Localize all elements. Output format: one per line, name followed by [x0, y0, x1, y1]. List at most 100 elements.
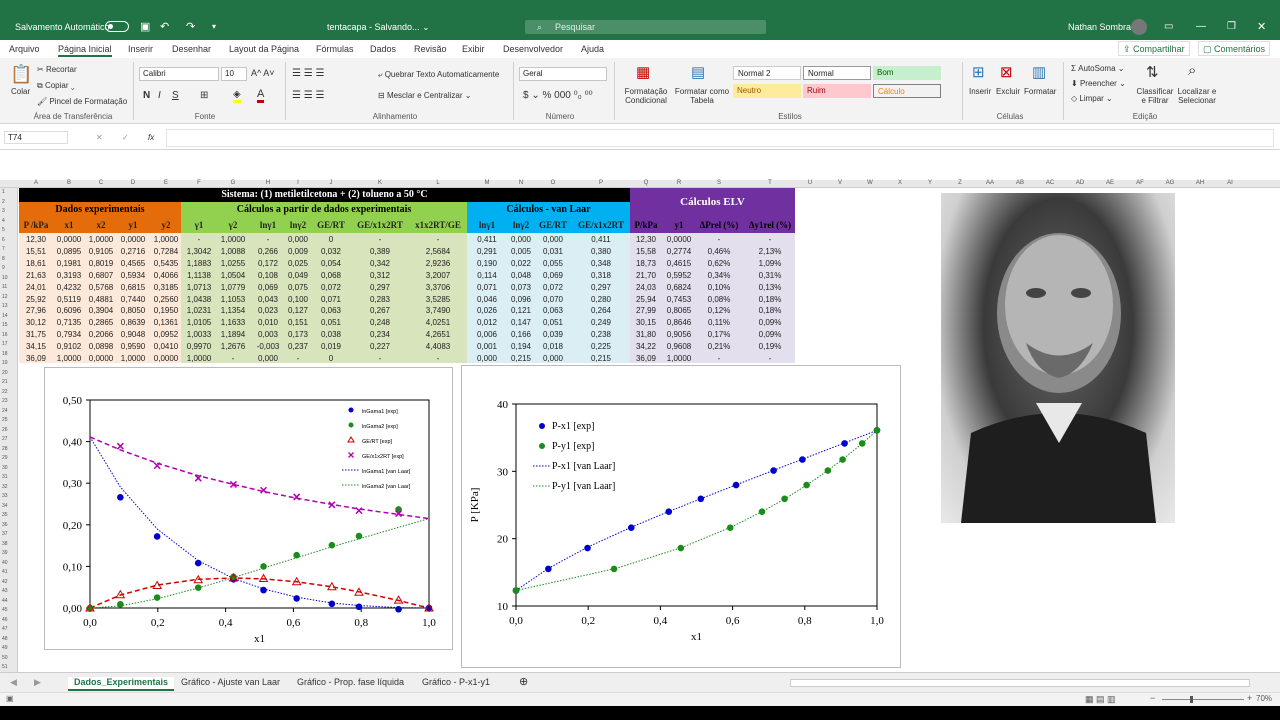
column-header[interactable]: J [330, 180, 333, 186]
table-cell[interactable]: 0,063 [543, 306, 563, 315]
tab-ajuda[interactable]: Ajuda [581, 44, 604, 54]
row-header[interactable]: 21 [2, 379, 8, 385]
table-cell[interactable]: 4,4083 [426, 342, 450, 351]
currency-icon[interactable]: $ ⌄ % 000 ⁰₀ ⁰⁰ [523, 90, 593, 101]
table-cell[interactable]: 3,7490 [426, 306, 450, 315]
table-cell[interactable]: 0,2560 [154, 295, 178, 304]
table-cell[interactable]: 4,2651 [426, 330, 450, 339]
table-cell[interactable]: 1,1053 [221, 295, 245, 304]
sort-filter-button[interactable]: Classificar e Filtrar [1136, 87, 1174, 105]
paste-icon[interactable]: 📋 [10, 64, 32, 85]
align-left-icon[interactable]: ☰ ☰ ☰ [292, 90, 324, 101]
table-cell[interactable]: 0,34% [708, 271, 731, 280]
table-cell[interactable]: - [198, 235, 201, 244]
row-header[interactable]: 1 [2, 189, 5, 195]
table-cell[interactable]: 0,264 [591, 306, 611, 315]
table-cell[interactable]: 0,069 [258, 283, 278, 292]
table-cell[interactable]: 0,190 [477, 259, 497, 268]
table-cell[interactable]: 0,7934 [57, 330, 81, 339]
table-cell[interactable]: 0,09% [759, 318, 782, 327]
table-cell[interactable]: 30,12 [26, 318, 46, 327]
column-header[interactable]: C [99, 180, 103, 186]
table-cell[interactable]: 0,318 [591, 271, 611, 280]
bold-button[interactable]: N [143, 90, 150, 101]
column-header[interactable]: I [297, 180, 299, 186]
row-header[interactable]: 45 [2, 607, 8, 613]
table-cell[interactable]: 0,147 [511, 318, 531, 327]
table-cell[interactable]: 0,9048 [121, 330, 145, 339]
row-header[interactable]: 32 [2, 484, 8, 490]
table-cell[interactable]: 0,051 [543, 318, 563, 327]
table-cell[interactable]: 27,99 [636, 306, 656, 315]
table-cell[interactable]: 1,0255 [221, 259, 245, 268]
italic-button[interactable]: I [158, 90, 161, 101]
column-header[interactable]: M [485, 180, 490, 186]
row-header[interactable]: 49 [2, 645, 8, 651]
table-cell[interactable]: 0,238 [591, 330, 611, 339]
tab-desenhar[interactable]: Desenhar [172, 44, 211, 54]
table-cell[interactable]: 0,055 [543, 259, 563, 268]
table-cell[interactable]: 0,342 [370, 259, 390, 268]
table-cell[interactable]: 0,4565 [121, 259, 145, 268]
table-cell[interactable]: 0,0000 [89, 354, 113, 363]
tab-formulas[interactable]: Fórmulas [316, 44, 354, 54]
row-header[interactable]: 8 [2, 256, 5, 262]
table-cell[interactable]: 0,9590 [121, 342, 145, 351]
table-cell[interactable]: 0,249 [591, 318, 611, 327]
view-normal-icon[interactable]: ▦ ▤ ▥ [1085, 694, 1116, 705]
table-cell[interactable]: 0,3193 [57, 271, 81, 280]
table-cell[interactable]: 0,000 [258, 354, 278, 363]
fx-icon[interactable]: fx [148, 133, 154, 142]
user-name[interactable]: Nathan Sombra [1068, 0, 1131, 40]
style-bom[interactable]: Bom [873, 66, 941, 80]
fill-color-icon[interactable]: ◈ [233, 89, 241, 103]
delete-cells-button[interactable]: Excluir [996, 87, 1020, 96]
column-header[interactable]: AD [1076, 180, 1084, 186]
table-cell[interactable]: - [437, 354, 440, 363]
table-cell[interactable]: 0,297 [591, 283, 611, 292]
table-cell[interactable]: 0 [329, 235, 333, 244]
row-header[interactable]: 12 [2, 294, 8, 300]
table-cell[interactable]: 0,025 [288, 259, 308, 268]
row-header[interactable]: 43 [2, 588, 8, 594]
table-cell[interactable]: 0,2716 [121, 247, 145, 256]
column-header[interactable]: AC [1046, 180, 1054, 186]
table-cell[interactable]: 0,018 [543, 342, 563, 351]
table-cell[interactable]: 0,411 [477, 235, 496, 244]
macro-record-icon[interactable]: ▣ [6, 694, 14, 703]
table-cell[interactable]: 0,075 [288, 283, 308, 292]
table-cell[interactable]: 0,039 [543, 330, 563, 339]
table-cell[interactable]: 30,15 [636, 318, 656, 327]
column-header[interactable]: P [599, 180, 603, 186]
table-cell[interactable]: 31,80 [636, 330, 656, 339]
table-cell[interactable]: 0,1361 [154, 318, 178, 327]
row-header[interactable]: 13 [2, 303, 8, 309]
zoom-in-icon[interactable]: + [1247, 693, 1252, 703]
table-cell[interactable]: 0,10% [708, 283, 731, 292]
delete-cells-icon[interactable]: ⊠ [1000, 63, 1013, 81]
column-header[interactable]: A [34, 180, 38, 186]
table-cell[interactable]: 0,380 [591, 247, 611, 256]
table-cell[interactable]: 0,62% [708, 259, 731, 268]
formula-input[interactable] [166, 129, 1274, 147]
row-header[interactable]: 33 [2, 493, 8, 499]
table-cell[interactable]: 0,8646 [667, 318, 691, 327]
table-cell[interactable]: 0,8639 [121, 318, 145, 327]
fill-button[interactable]: ⬇ Preencher ⌄ [1071, 79, 1126, 88]
table-cell[interactable]: 0,9056 [667, 330, 691, 339]
font-name-select[interactable]: Calibri [139, 67, 219, 81]
column-header[interactable]: AH [1196, 180, 1204, 186]
undo-icon[interactable]: ↶ [160, 0, 169, 40]
row-header[interactable]: 19 [2, 360, 8, 366]
avatar[interactable] [1131, 19, 1147, 35]
table-cell[interactable]: 0,000 [543, 354, 563, 363]
find-select-button[interactable]: Localizar e Selecionar [1175, 87, 1219, 105]
column-header[interactable]: D [131, 180, 135, 186]
zoom-level[interactable]: 70% [1256, 694, 1272, 703]
row-header[interactable]: 35 [2, 512, 8, 518]
table-cell[interactable]: 0,266 [258, 247, 278, 256]
table-cell[interactable]: 34,22 [636, 342, 656, 351]
column-header[interactable]: F [197, 180, 201, 186]
row-header[interactable]: 44 [2, 598, 8, 604]
table-cell[interactable]: - [232, 354, 235, 363]
